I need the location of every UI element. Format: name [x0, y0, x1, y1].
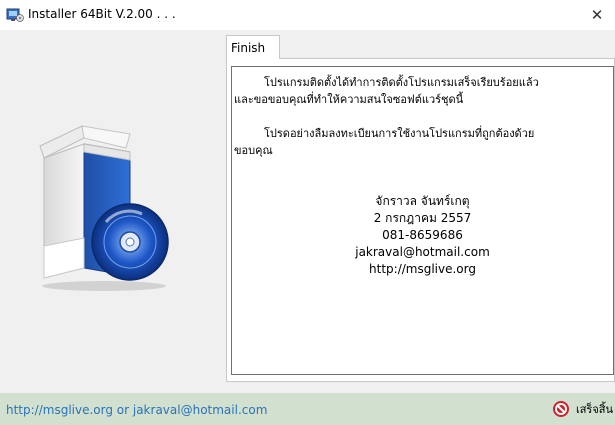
message-line: ขอบคุณ [234, 144, 273, 157]
message-line: และขอขอบคุณที่ทำให้ความสนใจซอฟต์แวร์ชุดน… [234, 93, 464, 106]
window-title: Installer 64Bit V.2.00 . . . [28, 7, 176, 21]
finish-button[interactable]: เสร็จสิ้น [552, 398, 613, 420]
finish-button-label: เสร็จสิ้น [575, 403, 613, 416]
installer-window: Installer 64Bit V.2.00 . . . ✕ Finish โป… [0, 0, 615, 425]
software-box-cd-icon [39, 125, 169, 291]
tab-finish-label: Finish [231, 40, 266, 55]
finish-tab-panel: โปรแกรมติดตั้งได้ทำการติดตั้งโปรแกรมเสร็… [226, 58, 615, 382]
installer-app-icon [6, 8, 24, 22]
release-date: 2 กรกฎาคม 2557 [373, 211, 472, 225]
message-line: โปรดอย่างลืมลงทะเบียนการใช้งานโปรแกรมที่… [264, 127, 535, 140]
status-bar: http://msglive.org or jakraval@hotmail.c… [0, 393, 615, 425]
email-address: jakraval@hotmail.com [355, 245, 490, 259]
stop-icon [552, 401, 569, 417]
close-icon: ✕ [590, 6, 604, 24]
phone-number: 081-8659686 [382, 228, 463, 242]
installer-illustration-panel [0, 30, 220, 390]
tab-finish[interactable]: Finish [226, 35, 280, 59]
author-name: จักราวล จันทร์เกตุ [375, 194, 470, 208]
message-line: โปรแกรมติดตั้งได้ทำการติดตั้งโปรแกรมเสร็… [264, 76, 539, 89]
tab-control: Finish โปรแกรมติดตั้งได้ทำการติดตั้งโปรแ… [220, 30, 615, 390]
finish-message-textbox[interactable]: โปรแกรมติดตั้งได้ทำการติดตั้งโปรแกรมเสร็… [231, 66, 614, 375]
website-url: http://msglive.org [369, 262, 476, 276]
title-bar: Installer 64Bit V.2.00 . . . ✕ [0, 0, 615, 30]
contact-link[interactable]: http://msglive.org or jakraval@hotmail.c… [6, 403, 267, 417]
close-button[interactable]: ✕ [579, 0, 615, 30]
